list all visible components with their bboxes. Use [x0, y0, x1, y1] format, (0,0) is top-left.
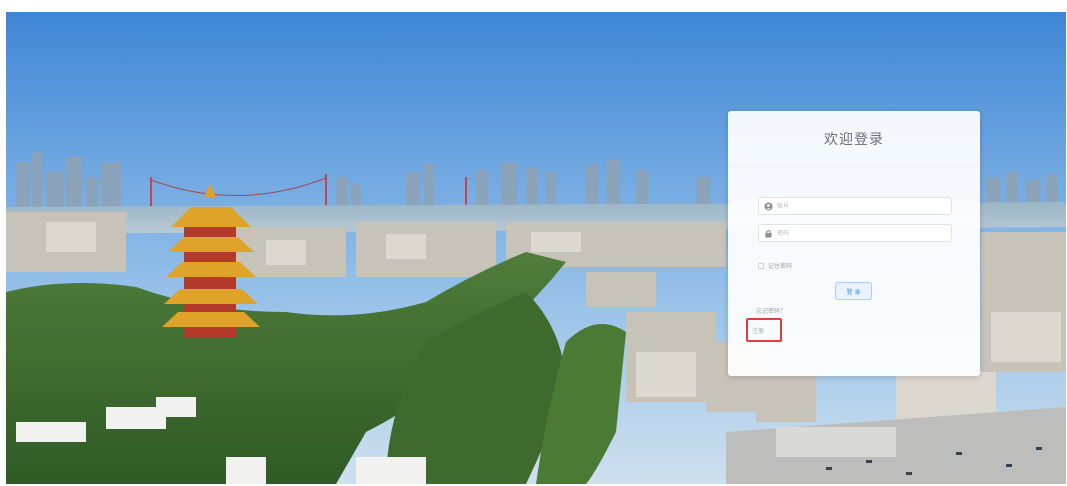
username-field[interactable] [758, 197, 952, 215]
user-icon [759, 198, 777, 214]
remember-password[interactable]: 记住密码 [758, 261, 792, 270]
login-button[interactable]: 登 录 [835, 282, 872, 300]
lock-icon [759, 225, 777, 241]
password-field[interactable] [758, 224, 952, 242]
password-input[interactable] [777, 225, 951, 241]
remember-label: 记住密码 [768, 263, 793, 270]
login-card: 欢迎登录 记住密码 登 录 忘记密码？ 注册 [728, 111, 980, 376]
login-page: 欢迎登录 记住密码 登 录 忘记密码？ 注册 [6, 12, 1066, 484]
register-label: 注册 [752, 327, 765, 335]
username-input[interactable] [777, 198, 951, 214]
login-title: 欢迎登录 [728, 111, 980, 167]
remember-checkbox[interactable] [758, 262, 764, 269]
register-link[interactable]: 注册 [746, 318, 782, 342]
forgot-password-link[interactable]: 忘记密码？ [756, 306, 786, 315]
